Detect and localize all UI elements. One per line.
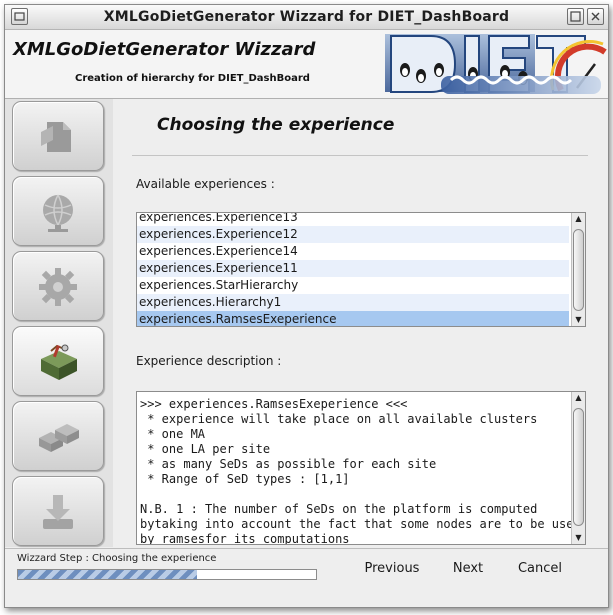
wizard-window: XMLGoDietGenerator Wizzard for DIET_Dash… (4, 4, 609, 608)
scroll-up-arrow-icon[interactable]: ▲ (572, 213, 585, 225)
step-globe[interactable] (12, 176, 104, 246)
experience-description-label: Experience description : (136, 354, 282, 368)
document-icon (41, 122, 71, 152)
wizard-steps-sidebar (5, 99, 113, 547)
maximize-icon (570, 11, 581, 22)
experience-description-box[interactable]: >>> experiences.RamsesExeperience <<< * … (136, 391, 586, 545)
experiences-list-scrollbar[interactable]: ▲ ▼ (571, 213, 585, 326)
next-button[interactable]: Next (443, 558, 493, 580)
wizard-progress-fill (18, 570, 197, 579)
title-bar[interactable]: XMLGoDietGenerator Wizzard for DIET_Dash… (5, 5, 608, 30)
description-scrollbar[interactable]: ▲ ▼ (571, 392, 585, 544)
close-icon (591, 12, 600, 21)
description-text: >>> experiences.RamsesExeperience <<< * … (140, 397, 581, 545)
scroll-down-arrow-icon[interactable]: ▼ (572, 314, 585, 326)
step-install[interactable] (12, 476, 104, 546)
cancel-button[interactable]: Cancel (509, 558, 571, 580)
wizard-header: XMLGoDietGenerator Wizzard Creation of h… (5, 30, 608, 99)
description-line (140, 487, 581, 502)
step-gear[interactable] (12, 251, 104, 321)
description-line: * experience will take place on all avai… (140, 412, 538, 426)
experiences-list[interactable]: experiences.Experience13 experiences.Expe… (136, 212, 586, 327)
description-line: by ramsesfor its computations (140, 532, 350, 545)
description-line: >>> experiences.RamsesExeperience <<< (140, 397, 408, 411)
window-title: XMLGoDietGenerator Wizzard for DIET_Dash… (103, 9, 510, 25)
description-line: * one MA (140, 427, 206, 441)
close-button[interactable] (587, 8, 604, 25)
wizard-step-status: Wizzard Step : Choosing the experience (17, 553, 217, 564)
description-line: * Range of SeD types : [1,1] (140, 472, 350, 486)
globe-network-icon (43, 194, 73, 232)
description-line: bytaking into account the fact that some… (140, 517, 581, 531)
wizard-progress-bar (17, 569, 317, 580)
step-blocks[interactable] (12, 401, 104, 471)
list-item[interactable]: experiences.StarHierarchy (137, 277, 569, 294)
footer-divider (5, 548, 608, 549)
list-item[interactable]: experiences.RamsesExeperience (137, 311, 569, 326)
scrollbar-thumb[interactable] (573, 408, 584, 526)
description-line: * as many SeDs as possible for each site (140, 457, 437, 471)
page-title: Choosing the experience (157, 115, 395, 135)
scroll-down-arrow-icon[interactable]: ▼ (572, 532, 585, 544)
previous-button[interactable]: Previous (357, 558, 427, 580)
gear-icon (39, 268, 77, 306)
list-item[interactable]: experiences.Experience11 (137, 260, 569, 277)
blocks-icon (39, 424, 79, 452)
toolbox-icon (41, 344, 77, 380)
step-document[interactable] (12, 101, 104, 171)
maximize-button[interactable] (567, 8, 584, 25)
app-subtitle: Creation of hierarchy for DIET_DashBoard (75, 73, 310, 84)
list-item[interactable]: experiences.Hierarchy1 (137, 294, 569, 311)
list-item[interactable]: experiences.Experience12 (137, 226, 569, 243)
experiences-list-rows: experiences.Experience13 experiences.Expe… (137, 213, 569, 326)
install-download-icon (43, 495, 73, 529)
description-line: * one LA per site (140, 442, 271, 456)
scroll-up-arrow-icon[interactable]: ▲ (572, 392, 585, 404)
description-line: N.B. 1 : The number of SeDs on the platf… (140, 502, 538, 516)
diet-dashboard-logo (385, 34, 607, 94)
list-item[interactable]: experiences.Experience13 (137, 213, 569, 226)
list-item[interactable]: experiences.Experience14 (137, 243, 569, 260)
scrollbar-thumb[interactable] (573, 229, 584, 311)
app-title: XMLGoDietGenerator Wizzard (13, 39, 316, 60)
step-toolbox[interactable] (12, 326, 104, 396)
available-experiences-label: Available experiences : (136, 177, 275, 191)
title-divider (132, 155, 588, 156)
